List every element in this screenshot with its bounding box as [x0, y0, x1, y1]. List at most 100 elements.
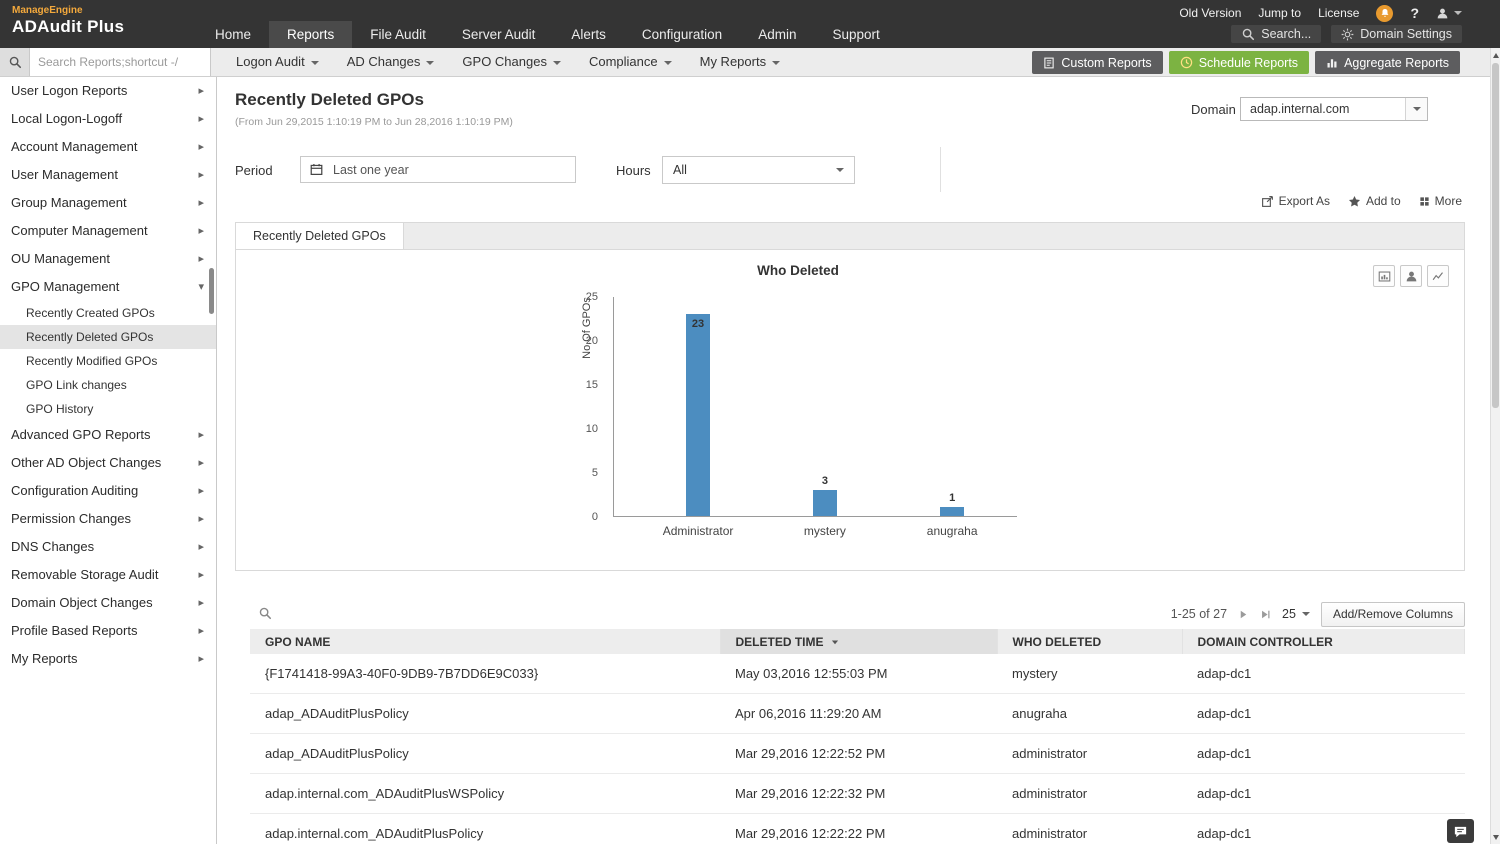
nav-file-audit[interactable]: File Audit [352, 21, 444, 48]
page-scrollbar[interactable] [1490, 48, 1500, 844]
nav-admin[interactable]: Admin [740, 21, 814, 48]
column-label: WHO DELETED [1013, 635, 1102, 649]
sidebar-item-group-management[interactable]: Group Management▸ [0, 189, 216, 217]
custom-reports-button[interactable]: Custom Reports [1032, 51, 1162, 74]
chat-feedback-button[interactable] [1447, 819, 1474, 843]
brand-logo[interactable]: ManageEngine ADAudit Plus [12, 5, 124, 37]
sidebar-item-other-ad-object-changes[interactable]: Other AD Object Changes▸ [0, 449, 216, 477]
add-remove-columns-button[interactable]: Add/Remove Columns [1321, 602, 1465, 627]
sidebar-item-account-management[interactable]: Account Management▸ [0, 133, 216, 161]
nav-alerts[interactable]: Alerts [553, 21, 624, 48]
sidebar-item-my-reports[interactable]: My Reports▸ [0, 645, 216, 673]
sidebar-item-removable-storage-audit[interactable]: Removable Storage Audit▸ [0, 561, 216, 589]
table-search-icon[interactable] [258, 606, 272, 620]
sidebar-item-label: Profile Based Reports [11, 623, 137, 638]
report-search-input[interactable] [30, 48, 211, 76]
more-button[interactable]: More [1419, 194, 1462, 208]
chevron-down-icon [772, 61, 780, 65]
sidebar-item-recently-created-gpos[interactable]: Recently Created GPOs [0, 301, 216, 325]
sidebar-item-recently-modified-gpos[interactable]: Recently Modified GPOs [0, 349, 216, 373]
add-to-button[interactable]: Add to [1348, 194, 1401, 208]
user-menu-button[interactable] [1436, 7, 1462, 20]
column-header-gpo-name[interactable]: GPO NAME [250, 629, 720, 654]
sidebar-item-computer-management[interactable]: Computer Management▸ [0, 217, 216, 245]
page-size-select[interactable]: 25 [1282, 607, 1310, 621]
menu-my-reports[interactable]: My Reports [686, 48, 794, 76]
aggregate-reports-button[interactable]: Aggregate Reports [1315, 51, 1460, 74]
sidebar-item-recently-deleted-gpos[interactable]: Recently Deleted GPOs [0, 325, 216, 349]
header-actions: Search... Domain Settings [1231, 25, 1462, 43]
sidebar-item-configuration-auditing[interactable]: Configuration Auditing▸ [0, 477, 216, 505]
notifications-button[interactable] [1376, 5, 1393, 22]
scroll-up-arrow[interactable] [1491, 49, 1500, 61]
nav-configuration[interactable]: Configuration [624, 21, 740, 48]
last-page-button[interactable] [1260, 609, 1271, 620]
line-chart-toggle-button[interactable] [1427, 265, 1449, 287]
chevron-right-icon: ▸ [198, 477, 204, 505]
sidebar: User Logon Reports▸Local Logon-Logoff▸Ac… [0, 77, 217, 844]
menu-label: Compliance [589, 54, 658, 69]
scroll-down-arrow[interactable] [1491, 831, 1500, 843]
next-page-button[interactable] [1238, 609, 1249, 620]
scrollbar-thumb[interactable] [1492, 63, 1499, 408]
bars-icon [1326, 57, 1338, 69]
x-axis-label: Administrator [663, 524, 734, 538]
license-link[interactable]: License [1318, 6, 1359, 20]
report-icon [1043, 57, 1055, 69]
table-toolbar: 1-25 of 27 25 Add/Remove Columns [250, 601, 1465, 627]
sidebar-item-gpo-management[interactable]: GPO Management▾ [0, 273, 216, 301]
sidebar-items: User Logon Reports▸Local Logon-Logoff▸Ac… [0, 77, 216, 673]
bar-chart-toggle-button[interactable] [1373, 265, 1395, 287]
sidebar-subitem-label: Recently Deleted GPOs [26, 330, 153, 344]
sidebar-item-gpo-history[interactable]: GPO History [0, 397, 216, 421]
period-picker[interactable]: Last one year [300, 156, 576, 183]
hours-select[interactable]: All [662, 156, 855, 184]
sidebar-item-ou-management[interactable]: OU Management▸ [0, 245, 216, 273]
nav-server-audit[interactable]: Server Audit [444, 21, 554, 48]
column-header-who-deleted[interactable]: WHO DELETED [997, 629, 1182, 654]
domain-select[interactable]: adap.internal.com [1240, 97, 1428, 121]
old-version-link[interactable]: Old Version [1179, 6, 1241, 20]
bar-anugraha[interactable] [940, 507, 964, 516]
sidebar-item-gpo-link-changes[interactable]: GPO Link changes [0, 373, 216, 397]
sidebar-item-user-management[interactable]: User Management▸ [0, 161, 216, 189]
user-icon [1436, 7, 1449, 20]
menu-gpo-changes[interactable]: GPO Changes [448, 48, 575, 76]
nav-support[interactable]: Support [814, 21, 897, 48]
export-as-button[interactable]: Export As [1261, 194, 1330, 208]
add-to-label: Add to [1366, 194, 1401, 208]
sidebar-item-dns-changes[interactable]: DNS Changes▸ [0, 533, 216, 561]
bar-mystery[interactable] [813, 490, 837, 516]
cell-gpo-name: adap.internal.com_ADAuditPlusWSPolicy [250, 774, 720, 814]
sidebar-item-advanced-gpo-reports[interactable]: Advanced GPO Reports▸ [0, 421, 216, 449]
header-search-button[interactable]: Search... [1231, 25, 1321, 43]
column-header-deleted-time[interactable]: DELETED TIME [720, 629, 997, 654]
bell-icon [1380, 8, 1390, 18]
bar-value-label: 3 [805, 475, 845, 487]
help-button[interactable]: ? [1410, 5, 1419, 21]
menu-compliance[interactable]: Compliance [575, 48, 686, 76]
chevron-right-icon: ▸ [198, 245, 204, 273]
sidebar-scrollbar-thumb[interactable] [209, 268, 214, 314]
period-value: Last one year [333, 163, 409, 177]
chevron-right-icon: ▸ [198, 217, 204, 245]
sidebar-item-domain-object-changes[interactable]: Domain Object Changes▸ [0, 589, 216, 617]
sidebar-item-profile-based-reports[interactable]: Profile Based Reports▸ [0, 617, 216, 645]
domain-settings-button[interactable]: Domain Settings [1331, 25, 1462, 43]
column-header-domain-controller[interactable]: DOMAIN CONTROLLER [1182, 629, 1465, 654]
menu-logon-audit[interactable]: Logon Audit [222, 48, 333, 76]
chevron-down-icon [1405, 98, 1427, 120]
sidebar-item-permission-changes[interactable]: Permission Changes▸ [0, 505, 216, 533]
chevron-right-icon: ▸ [198, 533, 204, 561]
sidebar-item-local-logon-logoff[interactable]: Local Logon-Logoff▸ [0, 105, 216, 133]
nav-home[interactable]: Home [197, 21, 269, 48]
nav-reports[interactable]: Reports [269, 21, 352, 48]
sidebar-item-user-logon-reports[interactable]: User Logon Reports▸ [0, 77, 216, 105]
schedule-reports-button[interactable]: Schedule Reports [1169, 51, 1309, 74]
menu-ad-changes[interactable]: AD Changes [333, 48, 449, 76]
bar-administrator[interactable] [686, 314, 710, 516]
tab-recently-deleted-gpos[interactable]: Recently Deleted GPOs [236, 223, 404, 250]
search-toggle-button[interactable] [0, 48, 30, 76]
jump-to-link[interactable]: Jump to [1258, 6, 1301, 20]
user-view-toggle-button[interactable] [1400, 265, 1422, 287]
